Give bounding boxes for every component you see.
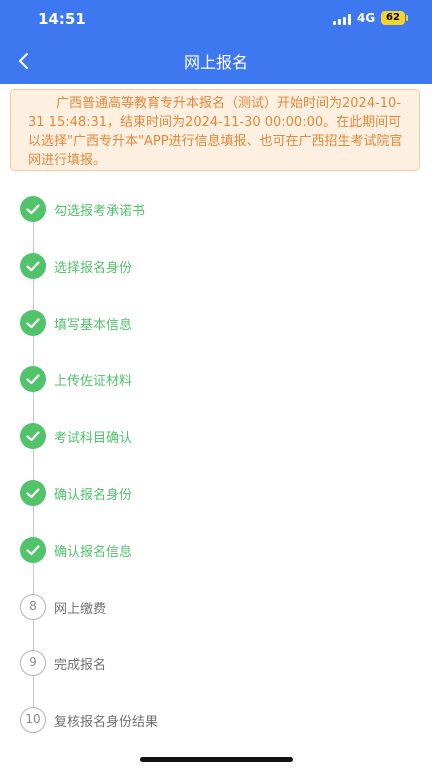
check-icon (20, 537, 46, 563)
check-icon (20, 480, 46, 506)
step-label: 复核报名身份结果 (54, 715, 159, 730)
notice-banner: 广西普通高等教育专升本报名（测试）开始时间为2024-10-31 15:48:3… (10, 89, 420, 171)
battery-icon: 62 (381, 11, 405, 25)
check-icon (20, 366, 46, 392)
page-title: 网上报名 (183, 53, 248, 72)
check-icon (20, 196, 46, 222)
step-number: 9 (20, 650, 46, 676)
step-label: 填写基本信息 (54, 318, 133, 333)
step-label: 勾选报考承诺书 (54, 204, 146, 219)
step-label: 确认报名信息 (54, 545, 133, 560)
app-header: 14:51 4G 62 网上报名 (0, 0, 432, 84)
step-connector (33, 279, 34, 310)
home-indicator (140, 757, 293, 762)
step-connector (33, 676, 34, 707)
step-number: 8 (20, 594, 46, 620)
status-time: 14:51 (38, 10, 86, 28)
check-icon (20, 310, 46, 336)
step-connector (33, 449, 34, 480)
network-type: 4G (357, 11, 376, 25)
step-number: 10 (20, 707, 46, 733)
check-icon (20, 423, 46, 449)
step-connector (33, 392, 34, 423)
step-connector (33, 336, 34, 366)
nav-bar: 网上报名 (0, 38, 432, 84)
step-label: 选择报名身份 (54, 261, 133, 276)
battery-level: 62 (386, 12, 400, 23)
step-connector (33, 506, 34, 537)
step-label: 网上缴费 (54, 602, 107, 617)
step-label: 确认报名身份 (54, 488, 133, 503)
status-bar: 14:51 4G 62 (0, 0, 432, 38)
step-connector (33, 222, 34, 253)
step-label: 完成报名 (54, 658, 107, 673)
signal-icon (333, 14, 353, 25)
step-connector (33, 620, 34, 650)
step-label: 上传佐证材料 (54, 374, 133, 389)
check-icon (20, 253, 46, 279)
step-connector (33, 563, 34, 594)
step-label: 考试科目确认 (54, 431, 133, 446)
battery-tip (406, 15, 408, 21)
